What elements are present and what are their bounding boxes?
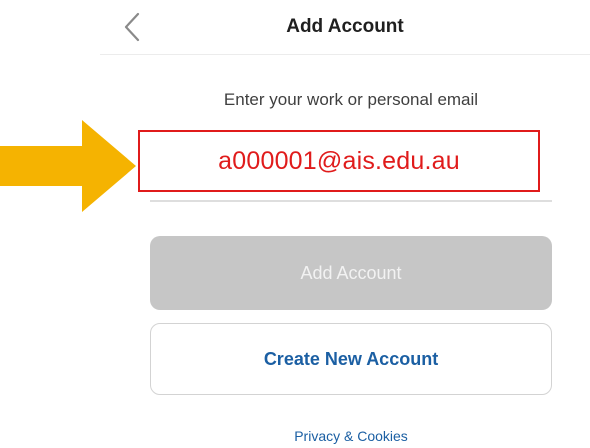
email-field[interactable]: a000001@ais.edu.au [138,130,540,192]
page-title: Add Account [286,16,404,37]
create-new-account-button[interactable]: Create New Account [150,323,552,395]
email-field-underline [150,200,552,202]
privacy-cookies-link[interactable]: Privacy & Cookies [150,428,552,444]
arrow-right-icon [0,120,136,212]
add-account-button[interactable]: Add Account [150,236,552,310]
email-input-value: a000001@ais.edu.au [218,146,460,175]
nav-header: Add Account [100,0,590,55]
email-prompt: Enter your work or personal email [223,90,479,109]
